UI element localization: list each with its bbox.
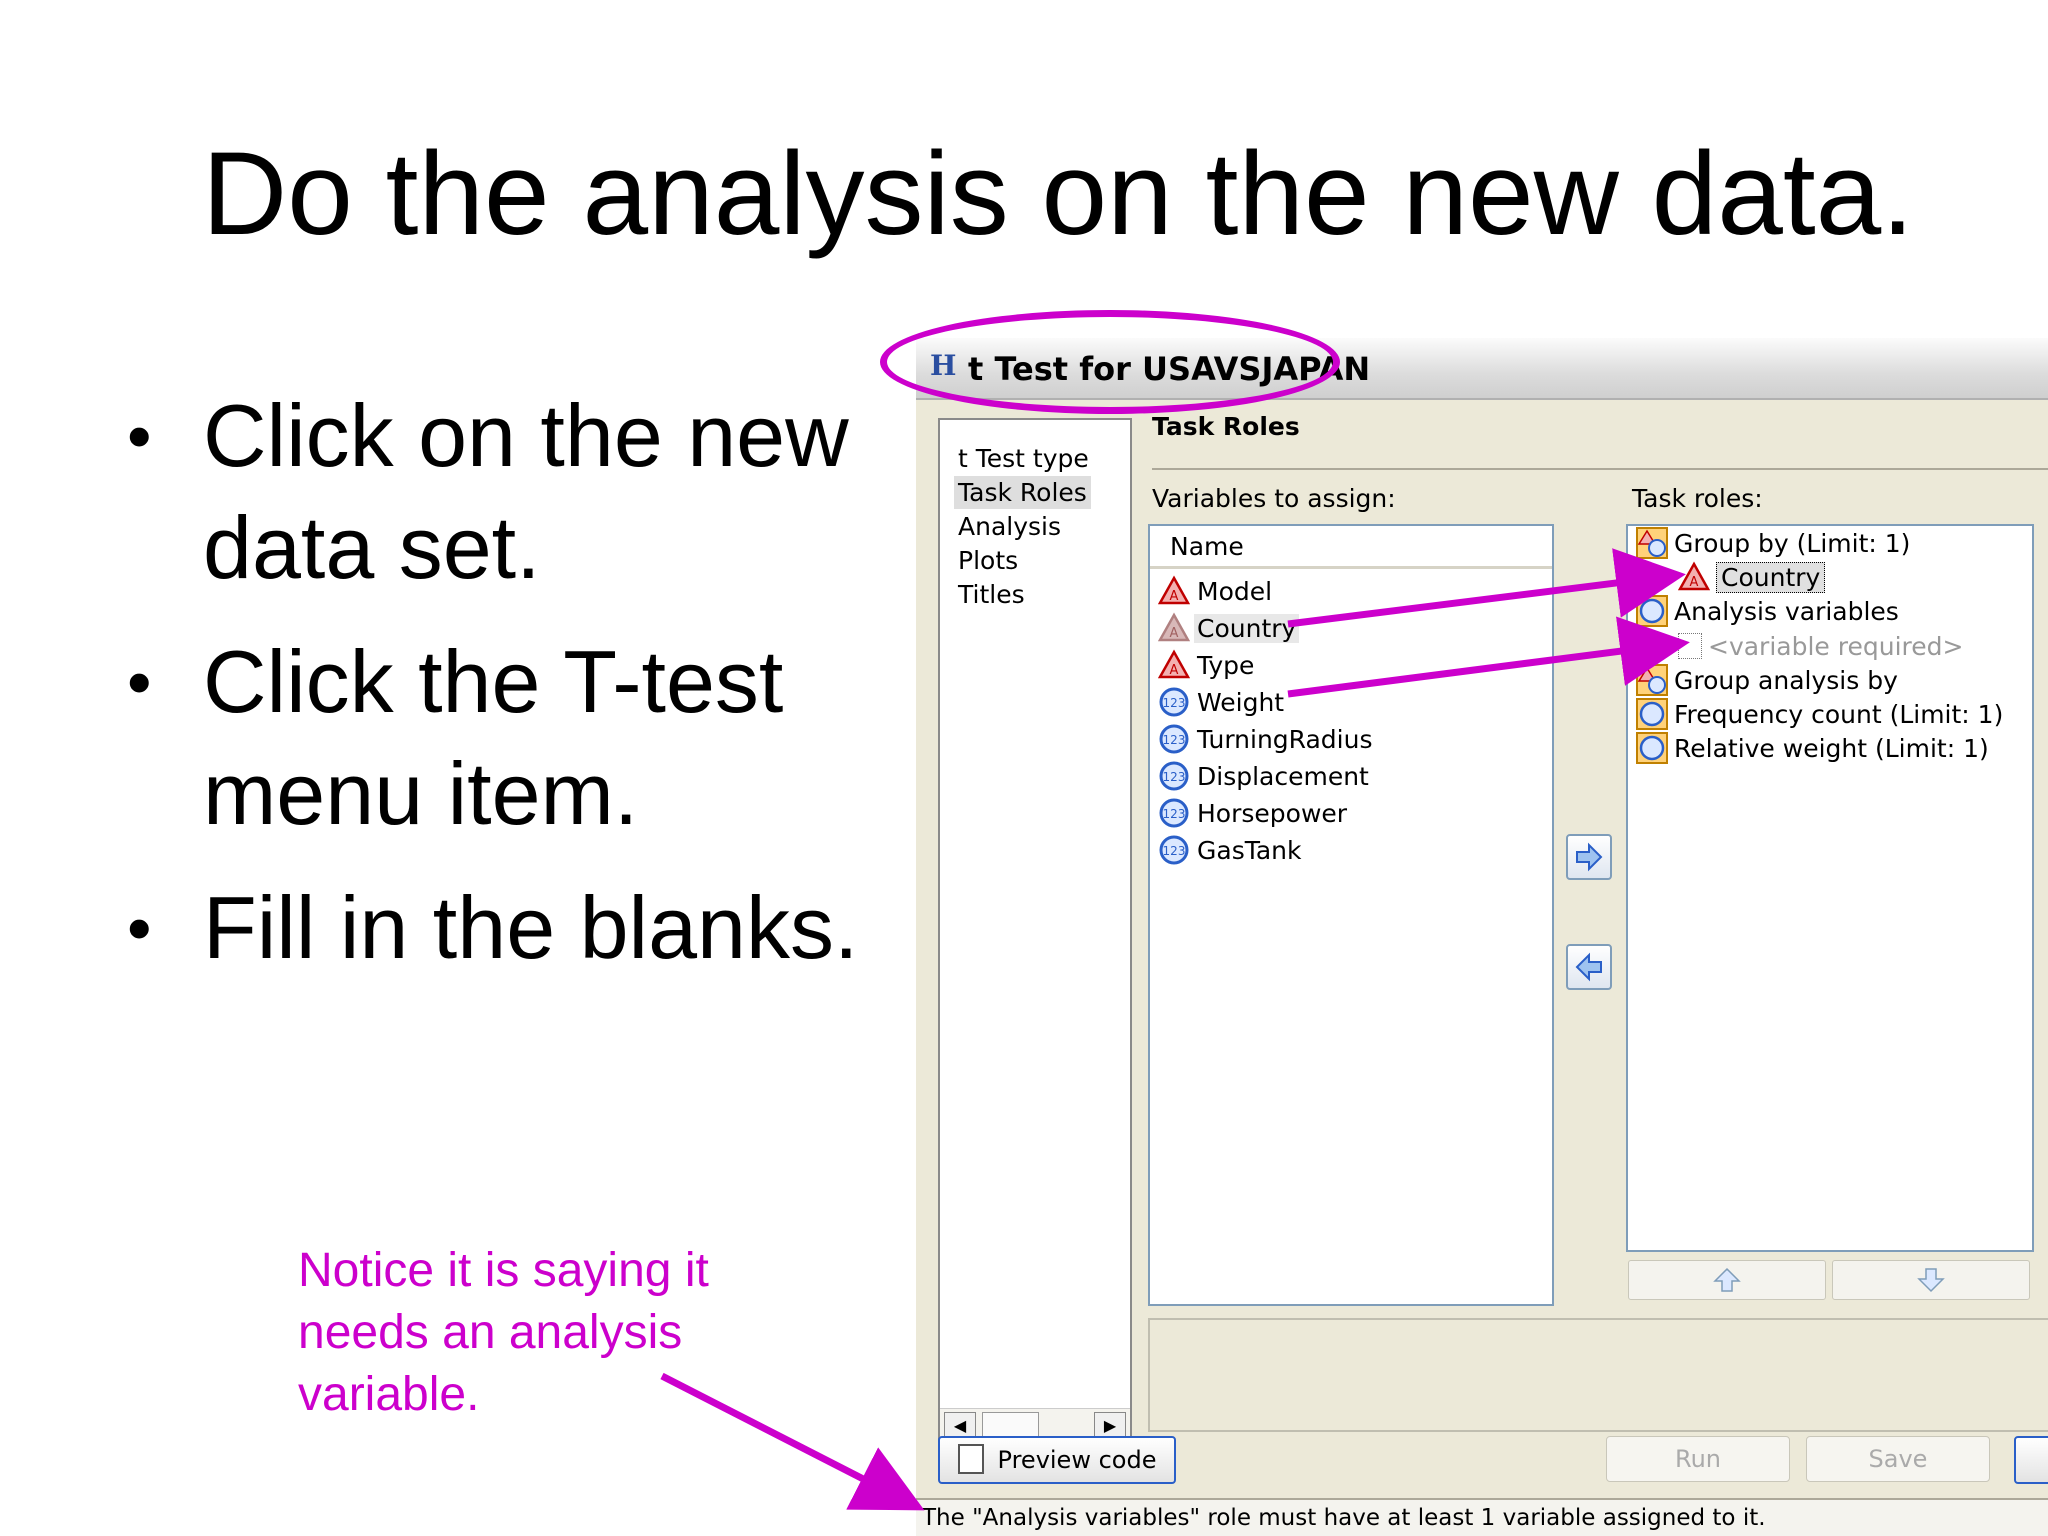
role-group-by[interactable]: Group by (Limit: 1) — [1636, 526, 1910, 560]
role-variable-required[interactable]: <variable required> — [1678, 629, 1963, 663]
status-message: The "Analysis variables" role must have … — [916, 1498, 2048, 1536]
nav-item-titles[interactable]: Titles — [954, 578, 1029, 611]
ttest-dialog: H t Test for USAVSJAPAN t Test type Task… — [916, 338, 2048, 1536]
role-frequency-count[interactable]: Frequency count (Limit: 1) — [1636, 697, 2003, 731]
move-up-button[interactable] — [1628, 1260, 1826, 1300]
role-assigned-variable[interactable]: A Country — [1678, 560, 1826, 594]
cancel-button[interactable] — [2014, 1436, 2048, 1484]
remove-left-button[interactable] — [1566, 944, 1612, 990]
list-item[interactable]: 123 Displacement — [1158, 759, 1372, 793]
numeric-variable-icon: 123 — [1158, 760, 1190, 792]
nav-item-task-roles[interactable]: Task Roles — [954, 476, 1091, 509]
nav-item-ttest-type[interactable]: t Test type — [954, 442, 1093, 475]
numeric-variable-icon: 123 — [1158, 834, 1190, 866]
name-column-header[interactable]: Name — [1150, 526, 1552, 569]
preview-code-button[interactable]: Preview code — [938, 1436, 1176, 1484]
bullet-item: • Click the T-test menu item. — [125, 626, 905, 850]
section-divider — [1152, 468, 2048, 470]
arrow-right-icon — [1576, 842, 1603, 872]
numeric-role-icon — [1636, 732, 1668, 764]
section-header: Task Roles — [1152, 412, 1300, 441]
list-item[interactable]: 123 Weight — [1158, 685, 1287, 719]
svg-text:123: 123 — [1163, 807, 1186, 821]
arrow-down-icon — [1917, 1268, 1945, 1293]
role-group-analysis-by[interactable]: Group analysis by — [1636, 663, 1898, 697]
preview-code-icon — [957, 1444, 984, 1474]
bullet-list: • Click on the new data set. • Click the T… — [125, 380, 905, 1006]
numeric-variable-icon: 123 — [1158, 797, 1190, 829]
svg-text:123: 123 — [1163, 696, 1186, 710]
bullet-dot-icon: • — [127, 643, 152, 721]
bullet-dot-icon: • — [127, 397, 152, 475]
list-item[interactable]: 123 GasTank — [1158, 833, 1305, 867]
bullet-item: • Click on the new data set. — [125, 380, 905, 604]
save-button[interactable]: Save — [1806, 1436, 1990, 1482]
assign-right-button[interactable] — [1566, 834, 1612, 880]
group-role-icon — [1636, 664, 1668, 696]
list-item[interactable]: 123 TurningRadius — [1158, 722, 1376, 756]
svg-text:123: 123 — [1163, 770, 1186, 784]
run-button[interactable]: Run — [1606, 1436, 1790, 1482]
variables-list[interactable]: Name A Model A Country A Type 123 Weight… — [1148, 524, 1554, 1306]
numeric-variable-icon: 123 — [1158, 686, 1190, 718]
variables-label: Variables to assign: — [1152, 484, 1396, 513]
numeric-role-icon — [1636, 595, 1668, 627]
task-nav-pane: t Test type Task Roles Analysis Plots Ti… — [938, 418, 1132, 1447]
move-down-button[interactable] — [1832, 1260, 2030, 1300]
nav-item-plots[interactable]: Plots — [954, 544, 1022, 577]
nav-item-analysis[interactable]: Analysis — [954, 510, 1065, 543]
arrow-left-icon — [1575, 952, 1602, 982]
title-highlight-ellipse — [880, 310, 1340, 414]
empty-slot-icon — [1678, 633, 1702, 659]
bullet-dot-icon: • — [127, 889, 152, 967]
group-role-icon — [1636, 527, 1668, 559]
list-item[interactable]: A Model — [1158, 574, 1275, 608]
numeric-role-icon — [1636, 698, 1668, 730]
svg-text:123: 123 — [1163, 733, 1186, 747]
annotation-note: Notice it is saying it needs an analysis… — [298, 1244, 709, 1421]
svg-text:A: A — [1170, 663, 1179, 678]
bullet-item: • Fill in the blanks. — [125, 872, 905, 984]
slide-title: Do the analysis on the new data. — [202, 128, 1915, 260]
character-variable-icon: A — [1158, 649, 1190, 681]
svg-text:A: A — [1170, 589, 1179, 604]
numeric-variable-icon: 123 — [1158, 723, 1190, 755]
svg-text:A: A — [1170, 626, 1179, 641]
role-analysis-variables[interactable]: Analysis variables — [1636, 594, 1899, 628]
list-item[interactable]: 123 Horsepower — [1158, 796, 1350, 830]
list-item[interactable]: A Country — [1158, 611, 1300, 645]
character-variable-icon: A — [1158, 612, 1190, 644]
roles-label: Task roles: — [1632, 484, 1763, 513]
role-description-panel — [1148, 1318, 2048, 1432]
task-roles-tree[interactable]: Group by (Limit: 1) A Country Analysis v… — [1626, 524, 2034, 1252]
role-relative-weight[interactable]: Relative weight (Limit: 1) — [1636, 731, 1989, 765]
character-variable-icon: A — [1678, 561, 1710, 593]
svg-text:123: 123 — [1163, 844, 1186, 858]
character-variable-icon: A — [1158, 575, 1190, 607]
list-item[interactable]: A Type — [1158, 648, 1257, 682]
arrow-up-icon — [1713, 1267, 1741, 1292]
svg-text:A: A — [1690, 575, 1699, 590]
